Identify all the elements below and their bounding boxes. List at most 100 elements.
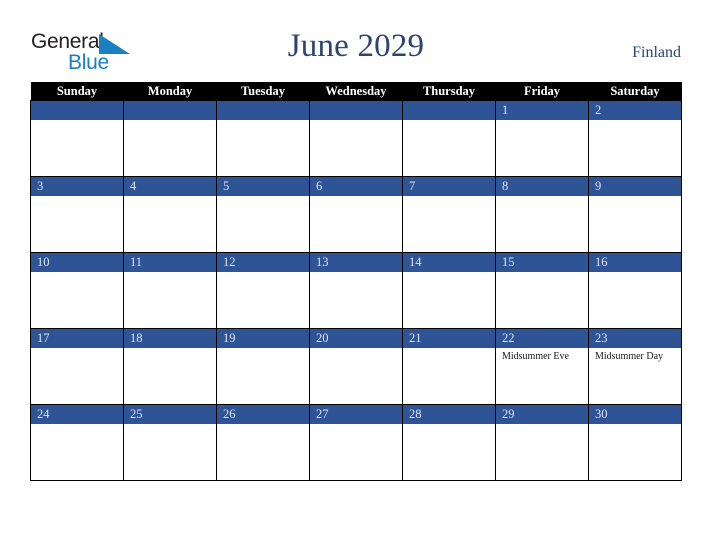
day-number: 9 [589,177,681,196]
calendar-empty-cell [123,100,217,177]
day-number: 2 [589,101,681,120]
day-cell-content: 22 Midsummer Eve [496,329,588,404]
day-cell-content: 16 [589,253,681,328]
calendar-day-cell[interactable]: 29 [495,404,589,481]
day-number: 13 [310,253,402,272]
day-number: 17 [31,329,123,348]
day-number: 7 [403,177,495,196]
day-cell-content: 5 [217,177,309,252]
calendar-day-cell[interactable]: 30 [588,404,682,481]
day-cell-content: 12 [217,253,309,328]
calendar-day-cell[interactable]: 1 [495,100,589,177]
calendar-empty-cell [309,100,403,177]
day-cell-content: 3 [31,177,123,252]
weekday-header-sunday: Sunday [30,82,124,101]
calendar-day-cell[interactable]: 22 Midsummer Eve [495,328,589,405]
calendar-week-row: 3456789 [30,176,682,253]
calendar-day-cell[interactable]: 10 [30,252,124,329]
page-header: General Blue June 2029 Finland [0,0,712,82]
day-cell-content: 20 [310,329,402,404]
day-cell-content: 30 [589,405,681,480]
calendar-day-cell[interactable]: 17 [30,328,124,405]
day-cell-content: 27 [310,405,402,480]
day-number [310,101,402,120]
day-number: 11 [124,253,216,272]
page-title: June 2029 [287,28,425,64]
calendar-day-cell[interactable]: 15 [495,252,589,329]
calendar-day-cell[interactable]: 6 [309,176,403,253]
day-cell-content: 2 [589,101,681,176]
day-cell-content: 26 [217,405,309,480]
day-number: 12 [217,253,309,272]
day-cell-content: 4 [124,177,216,252]
day-cell-content: 14 [403,253,495,328]
day-cell-content [310,101,402,176]
calendar-day-cell[interactable]: 19 [216,328,310,405]
day-number: 5 [217,177,309,196]
calendar-day-cell[interactable]: 28 [402,404,496,481]
day-number: 4 [124,177,216,196]
weekday-header-row: Sunday Monday Tuesday Wednesday Thursday… [30,82,682,101]
day-number: 16 [589,253,681,272]
country-label: Finland [632,44,681,61]
weekday-header-tuesday: Tuesday [216,82,310,101]
calendar-day-cell[interactable]: 11 [123,252,217,329]
calendar-day-cell[interactable]: 7 [402,176,496,253]
calendar-day-cell[interactable]: 8 [495,176,589,253]
day-cell-content [31,101,123,176]
day-cell-content: 9 [589,177,681,252]
day-cell-content [403,101,495,176]
day-number: 26 [217,405,309,424]
day-cell-content: 29 [496,405,588,480]
weekday-header-wednesday: Wednesday [309,82,403,101]
calendar-day-cell[interactable]: 27 [309,404,403,481]
day-events: Midsummer Eve [496,348,588,363]
day-number: 19 [217,329,309,348]
calendar-day-cell[interactable]: 12 [216,252,310,329]
day-cell-content: 28 [403,405,495,480]
calendar-empty-cell [402,100,496,177]
day-cell-content: 25 [124,405,216,480]
calendar-week-row: 12 [30,100,682,177]
calendar-day-cell[interactable]: 26 [216,404,310,481]
calendar-day-cell[interactable]: 14 [402,252,496,329]
calendar-day-cell[interactable]: 18 [123,328,217,405]
calendar-day-cell[interactable]: 5 [216,176,310,253]
day-number: 30 [589,405,681,424]
day-cell-content: 11 [124,253,216,328]
calendar-day-cell[interactable]: 24 [30,404,124,481]
calendar-day-cell[interactable]: 20 [309,328,403,405]
day-number: 3 [31,177,123,196]
calendar-day-cell[interactable]: 13 [309,252,403,329]
holiday-label: Midsummer Day [595,351,664,362]
day-cell-content: 21 [403,329,495,404]
calendar-week-row: 10 11 12 13 14 15 16 [30,252,682,329]
day-cell-content: 24 [31,405,123,480]
day-number: 22 [496,329,588,348]
day-number: 24 [31,405,123,424]
calendar-day-cell[interactable]: 4 [123,176,217,253]
calendar-week-row: 17 18 19 20 21 22 Midsummer Eve 23 Midsummer Day [30,328,682,405]
calendar-day-cell[interactable]: 23 Midsummer Day [588,328,682,405]
day-cell-content: 18 [124,329,216,404]
calendar-day-cell[interactable]: 25 [123,404,217,481]
day-number: 21 [403,329,495,348]
day-cell-content: 13 [310,253,402,328]
calendar-day-cell[interactable]: 9 [588,176,682,253]
day-number: 23 [589,329,681,348]
calendar-page: General Blue June 2029 Finland Sunday Mo… [0,0,712,550]
day-number [217,101,309,120]
calendar-day-cell[interactable]: 21 [402,328,496,405]
day-cell-content [217,101,309,176]
day-number: 14 [403,253,495,272]
day-number: 18 [124,329,216,348]
calendar-day-cell[interactable]: 16 [588,252,682,329]
day-cell-content: 19 [217,329,309,404]
day-cell-content: 8 [496,177,588,252]
calendar-day-cell[interactable]: 3 [30,176,124,253]
day-cell-content: 15 [496,253,588,328]
day-cell-content [124,101,216,176]
calendar-empty-cell [216,100,310,177]
calendar-day-cell[interactable]: 2 [588,100,682,177]
day-events: Midsummer Day [589,348,681,363]
